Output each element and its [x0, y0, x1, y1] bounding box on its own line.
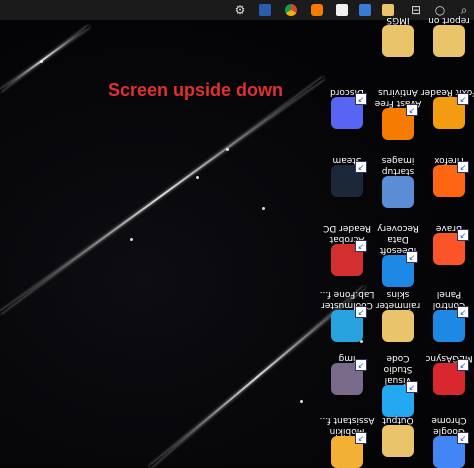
desktop-shortcut[interactable]: IMGS — [369, 14, 427, 57]
desktop-shortcut-label: rainmeter skins — [375, 289, 421, 310]
desktop-shortcut-label: Acrobat Reader DC — [323, 223, 371, 244]
shortcut-arrow-icon: ↗ — [457, 359, 469, 371]
desktop-shortcut[interactable]: iBeesoft Data Recovery ↗ — [369, 222, 427, 287]
desktop-shortcut[interactable]: Control Panel ↗ — [420, 288, 474, 342]
shortcut-arrow-icon: ↗ — [457, 229, 469, 241]
light-streak — [0, 25, 90, 92]
desktop-shortcut-label: Coolmuster Lab.Fone f... — [319, 289, 375, 310]
folder-icon — [433, 25, 465, 57]
firefox-icon: ↗ — [433, 161, 469, 197]
steam-icon: ↗ — [331, 161, 367, 197]
shortcut-arrow-icon: ↗ — [406, 381, 418, 393]
vscode-icon: ↗ — [382, 381, 418, 417]
avast-icon: ↗ — [382, 104, 418, 140]
desktop-shortcut[interactable]: MEGAsync ↗ — [420, 352, 474, 395]
desktop-shortcut-label: Mobikin Assistant f... — [319, 415, 375, 436]
desktop-shortcut[interactable]: Output — [369, 414, 427, 457]
recovery-icon: ↗ — [382, 251, 418, 287]
light-dot — [262, 207, 265, 210]
light-dot — [196, 176, 199, 179]
desktop-shortcut[interactable]: Foxit Reader ↗ — [420, 86, 474, 129]
shortcut-arrow-icon: ↗ — [355, 93, 367, 105]
shortcut-arrow-icon: ↗ — [406, 251, 418, 263]
brave-icon: ↗ — [433, 229, 469, 265]
desktop-shortcut[interactable]: Steam ↗ — [318, 154, 376, 197]
image-icon: ↗ — [331, 359, 367, 395]
shortcut-arrow-icon: ↗ — [457, 93, 469, 105]
discord-icon: ↗ — [331, 93, 367, 129]
light-dot — [40, 60, 43, 63]
light-streak — [0, 77, 325, 314]
shortcut-arrow-icon: ↗ — [406, 104, 418, 116]
shortcut-arrow-icon: ↗ — [355, 161, 367, 173]
shortcut-arrow-icon: ↗ — [457, 432, 469, 444]
desktop-shortcut[interactable]: Discord ↗ — [318, 86, 376, 129]
control-panel-icon: ↗ — [433, 306, 469, 342]
desktop-shortcut[interactable]: Coolmuster Lab.Fone f... ↗ — [318, 288, 376, 342]
mobikin-icon: ↗ — [331, 432, 367, 468]
shortcut-arrow-icon: ↗ — [457, 306, 469, 318]
app-icon[interactable] — [257, 2, 273, 18]
shortcut-arrow-icon: ↗ — [457, 161, 469, 173]
shortcut-arrow-icon: ↗ — [355, 432, 367, 444]
desktop-shortcut-label: startup images — [381, 155, 415, 176]
mega-icon: ↗ — [433, 359, 469, 395]
desktop-shortcut[interactable]: Acrobat Reader DC ↗ — [318, 222, 376, 276]
light-dot — [130, 238, 133, 241]
avast-icon[interactable] — [309, 2, 325, 18]
desktop-shortcut[interactable]: report on — [420, 14, 474, 57]
chrome-icon[interactable] — [283, 2, 299, 18]
foxit-icon: ↗ — [433, 93, 469, 129]
settings-icon[interactable]: ⚙ — [232, 2, 248, 18]
desktop-shortcut[interactable]: Visual Studio Code ↗ — [369, 352, 427, 417]
coolmuster-icon: ↗ — [331, 306, 367, 342]
folder-icon — [382, 310, 414, 342]
annotation-text: Screen upside down — [108, 80, 284, 100]
desktop-shortcut[interactable]: Google Chrome ↗ — [420, 414, 474, 468]
mail-icon[interactable] — [334, 2, 350, 18]
desktop-shortcut-label: iBeesoft Data Recovery — [377, 223, 419, 255]
desktop-shortcut-label: Output — [382, 415, 414, 425]
acrobat-icon: ↗ — [331, 240, 367, 276]
desktop-shortcut[interactable]: Firefox ↗ — [420, 154, 474, 197]
desktop-shortcut[interactable]: startup images — [369, 154, 427, 208]
desktop-shortcut-label: report on — [428, 15, 470, 25]
folder-icon — [382, 25, 414, 57]
chrome-icon: ↗ — [433, 432, 469, 468]
desktop-shortcut[interactable]: Brave ↗ — [420, 222, 474, 265]
desktop-shortcut[interactable]: img ↗ — [318, 352, 376, 395]
desktop-shortcut-label: Avast Free Antivirus — [374, 87, 422, 108]
desktop-shortcut-label: Discord — [330, 87, 364, 97]
desktop-shortcut-label: IMGS — [386, 15, 410, 25]
desktop-shortcut[interactable]: Mobikin Assistant f... ↗ — [318, 414, 376, 468]
shortcut-arrow-icon: ↗ — [355, 240, 367, 252]
desktop-shortcut[interactable]: Avast Free Antivirus ↗ — [369, 86, 427, 140]
desktop-shortcut-label: Steam — [332, 155, 362, 165]
desktop-shortcut-label: img — [338, 353, 356, 363]
shortcut-arrow-icon: ↗ — [355, 359, 367, 371]
desktop-shortcut-label: Visual Studio Code — [383, 353, 413, 385]
light-dot — [300, 400, 303, 403]
folder-icon — [382, 176, 414, 208]
desktop-shortcut[interactable]: rainmeter skins — [369, 288, 427, 342]
folder-icon — [382, 425, 414, 457]
shortcut-arrow-icon: ↗ — [355, 306, 367, 318]
light-dot — [226, 148, 229, 151]
